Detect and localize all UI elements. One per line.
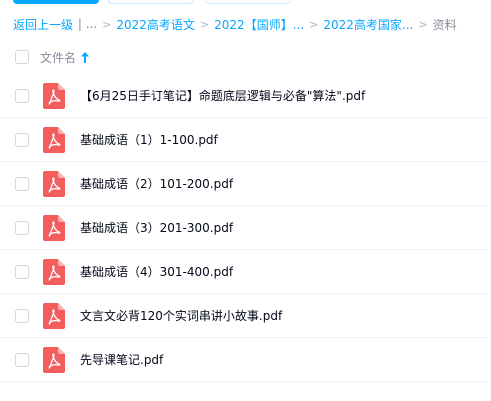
file-row[interactable]: 基础成语（4）301-400.pdf xyxy=(0,250,491,294)
file-name[interactable]: 【6月25日手订笔记】命题底层逻辑与必备"算法".pdf xyxy=(80,74,365,118)
select-all-checkbox[interactable] xyxy=(15,50,29,64)
file-row[interactable]: 先导课笔记.pdf xyxy=(0,338,491,382)
pdf-icon xyxy=(43,303,65,329)
file-row[interactable]: 基础成语（1）1-100.pdf xyxy=(0,118,491,162)
file-name[interactable]: 基础成语（3）201-300.pdf xyxy=(80,206,233,250)
row-checkbox[interactable] xyxy=(15,309,29,323)
pdf-icon xyxy=(43,215,65,241)
breadcrumb-current: 资料 xyxy=(432,17,457,32)
breadcrumb-divider: | ... xyxy=(77,17,98,31)
chevron-right-icon: > xyxy=(102,17,112,31)
row-checkbox[interactable] xyxy=(15,265,29,279)
sort-arrow-up-icon xyxy=(81,51,90,63)
file-name[interactable]: 基础成语（2）101-200.pdf xyxy=(80,162,233,206)
pdf-icon xyxy=(43,259,65,285)
row-checkbox[interactable] xyxy=(15,177,29,191)
pdf-icon xyxy=(43,83,65,109)
file-name[interactable]: 文言文必背120个实词串讲小故事.pdf xyxy=(80,294,282,338)
breadcrumb-item-3[interactable]: 2022高考国家... xyxy=(323,16,413,33)
back-link[interactable]: 返回上一级 xyxy=(13,16,73,33)
name-column-header[interactable]: 文件名 xyxy=(40,49,90,66)
file-row[interactable]: 基础成语（3）201-300.pdf xyxy=(0,206,491,250)
file-name[interactable]: 基础成语（1）1-100.pdf xyxy=(80,118,218,162)
file-list: 【6月25日手订笔记】命题底层逻辑与必备"算法".pdf 基础成语（1）1-10… xyxy=(0,74,491,382)
file-row[interactable]: 【6月25日手订笔记】命题底层逻辑与必备"算法".pdf xyxy=(0,74,491,118)
file-row[interactable]: 基础成语（2）101-200.pdf xyxy=(0,162,491,206)
pdf-icon xyxy=(43,127,65,153)
breadcrumb-item-2[interactable]: 2022【国师】... xyxy=(214,16,304,33)
row-checkbox[interactable] xyxy=(15,133,29,147)
chevron-right-icon: > xyxy=(418,17,428,31)
breadcrumb-item-1[interactable]: 2022高考语文 xyxy=(116,16,195,33)
row-checkbox[interactable] xyxy=(15,221,29,235)
name-column-label: 文件名 xyxy=(40,50,77,65)
breadcrumb: 返回上一级 | ... > 2022高考语文 > 2022【国师】... > 2… xyxy=(13,15,491,33)
toolbar xyxy=(0,0,491,6)
chevron-right-icon: > xyxy=(309,17,319,31)
file-name[interactable]: 基础成语（4）301-400.pdf xyxy=(80,250,233,294)
row-checkbox[interactable] xyxy=(15,89,29,103)
pdf-icon xyxy=(43,347,65,373)
chevron-right-icon: > xyxy=(199,17,210,31)
file-browser: 返回上一级 | ... > 2022高考语文 > 2022【国师】... > 2… xyxy=(0,0,491,401)
row-checkbox[interactable] xyxy=(15,353,29,367)
primary-action-button[interactable] xyxy=(13,0,99,4)
list-header: 文件名 xyxy=(0,45,491,69)
pdf-icon xyxy=(43,171,65,197)
tertiary-action-button[interactable] xyxy=(205,0,291,4)
secondary-action-button[interactable] xyxy=(108,0,194,4)
file-name[interactable]: 先导课笔记.pdf xyxy=(80,338,163,382)
file-row[interactable]: 文言文必背120个实词串讲小故事.pdf xyxy=(0,294,491,338)
